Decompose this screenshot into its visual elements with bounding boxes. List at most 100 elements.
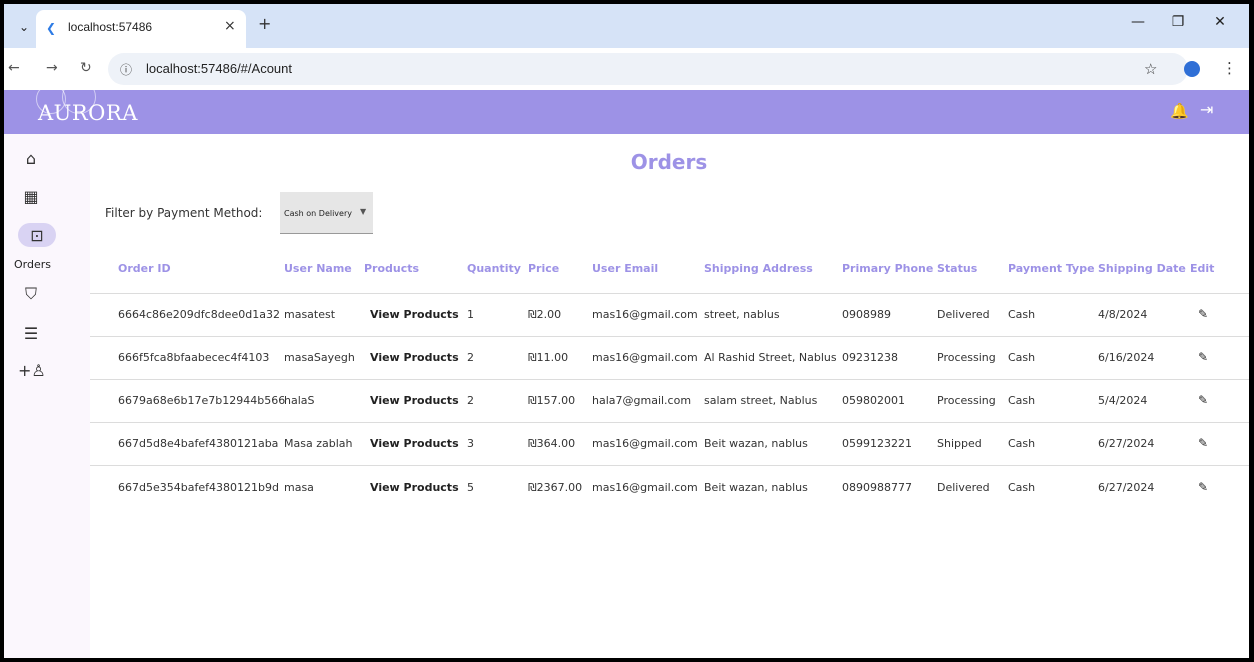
edit-pencil-icon[interactable]: ✎ — [1198, 393, 1208, 407]
minimize-icon[interactable]: — — [1126, 14, 1150, 30]
cell-quantity: 2 — [467, 351, 474, 364]
col-header-edit: Edit — [1190, 262, 1215, 275]
orders-icon[interactable]: ⊡ — [18, 223, 56, 247]
payment-method-dropdown[interactable]: Cash on Delivery ▼ — [280, 192, 373, 234]
cell-user-name: masa — [284, 481, 314, 494]
cell-quantity: 3 — [467, 437, 474, 450]
restore-icon[interactable]: ❐ — [1166, 14, 1190, 30]
cell-status: Shipped — [937, 437, 982, 450]
tab-search-icon[interactable]: ⌄ — [14, 17, 34, 37]
edit-pencil-icon[interactable]: ✎ — [1198, 350, 1208, 364]
browser-window: ⌄ ❮ localhost:57486 × + — ❐ ✕ ← → ↻ ⓘ lo… — [4, 4, 1249, 658]
app-logo: AURORA — [38, 101, 138, 125]
address-bar[interactable]: ⓘ localhost:57486/#/Acount — [108, 53, 1188, 85]
cell-primary-phone: 0890988777 — [842, 481, 912, 494]
dropdown-value: Cash on Delivery — [284, 209, 352, 218]
site-info-icon[interactable]: ⓘ — [120, 61, 132, 78]
cell-shipping-address: street, nablus — [704, 308, 780, 321]
cell-user-email: mas16@gmail.com — [592, 437, 698, 450]
tab-title: localhost:57486 — [68, 20, 153, 34]
view-products-button[interactable]: View Products — [370, 481, 459, 494]
cell-order-id: 667d5e354bafef4380121b9d — [118, 481, 279, 494]
cell-payment-type: Cash — [1008, 351, 1036, 364]
back-icon[interactable]: ← — [8, 60, 20, 76]
header-divider — [90, 293, 1249, 294]
url-text[interactable]: localhost:57486/#/Acount — [146, 61, 292, 76]
cell-payment-type: Cash — [1008, 308, 1036, 321]
cell-user-email: mas16@gmail.com — [592, 481, 698, 494]
cell-price: ₪157.00 — [528, 394, 576, 407]
col-header-shipping-address: Shipping Address — [704, 262, 813, 275]
logout-icon[interactable]: ⇥ — [1200, 100, 1213, 119]
col-header-user-name: User Name — [284, 262, 352, 275]
profile-avatar-icon[interactable] — [1184, 61, 1200, 77]
cell-shipping-address: Beit wazan, nablus — [704, 481, 808, 494]
filter-label: Filter by Payment Method: — [105, 206, 263, 220]
add-user-icon[interactable]: +♙ — [18, 358, 46, 384]
cell-price: ₪364.00 — [528, 437, 576, 450]
page-title: Orders — [630, 150, 708, 174]
cell-user-name: masatest — [284, 308, 336, 321]
cell-primary-phone: 0599123221 — [842, 437, 912, 450]
cell-status: Delivered — [937, 481, 990, 494]
cell-shipping-date: 6/27/2024 — [1098, 481, 1155, 494]
view-products-button[interactable]: View Products — [370, 437, 459, 450]
cell-user-name: halaS — [284, 394, 315, 407]
bookmark-star-icon[interactable]: ☆ — [1144, 60, 1157, 78]
cell-status: Delivered — [937, 308, 990, 321]
col-header-price: Price — [528, 262, 560, 275]
tab-strip: ⌄ ❮ localhost:57486 × + — ❐ ✕ — [4, 4, 1249, 48]
cell-order-id: 666f5fca8bfaabecec4f4103 — [118, 351, 270, 364]
cell-shipping-address: Al Rashid Street, Nablus — [704, 351, 837, 364]
cell-user-email: hala7@gmail.com — [592, 394, 692, 407]
view-products-button[interactable]: View Products — [370, 308, 459, 321]
cell-user-email: mas16@gmail.com — [592, 351, 698, 364]
browser-menu-icon[interactable]: ⋮ — [1222, 59, 1237, 77]
cell-price: ₪2367.00 — [528, 481, 583, 494]
col-header-products: Products — [364, 262, 420, 275]
cell-shipping-date: 5/4/2024 — [1098, 394, 1148, 407]
message-icon[interactable]: ☰ — [18, 321, 44, 347]
row-divider — [90, 336, 1249, 337]
browser-toolbar: ← → ↻ ⓘ localhost:57486/#/Acount ☆ ⋮ — [4, 48, 1249, 90]
reload-icon[interactable]: ↻ — [80, 60, 92, 76]
view-products-button[interactable]: View Products — [370, 351, 459, 364]
sidebar-item-label: Orders — [14, 258, 51, 271]
cell-quantity: 2 — [467, 394, 474, 407]
new-tab-icon[interactable]: + — [258, 14, 271, 33]
cell-shipping-date: 6/16/2024 — [1098, 351, 1155, 364]
cell-order-id: 6664c86e209dfc8dee0d1a32 — [118, 308, 280, 321]
tab-close-icon[interactable]: × — [224, 18, 236, 34]
dashboard-icon[interactable]: ▦ — [18, 184, 44, 210]
forward-icon[interactable]: → — [46, 60, 58, 76]
edit-pencil-icon[interactable]: ✎ — [1198, 307, 1208, 321]
flutter-favicon-icon: ❮ — [46, 21, 57, 35]
col-header-order-id: Order ID — [118, 262, 171, 275]
cell-shipping-address: Beit wazan, nablus — [704, 437, 808, 450]
cell-payment-type: Cash — [1008, 394, 1036, 407]
row-divider — [90, 465, 1249, 466]
bag-icon[interactable]: ⛉ — [18, 281, 44, 307]
cell-payment-type: Cash — [1008, 481, 1036, 494]
cell-order-id: 667d5d8e4bafef4380121aba — [118, 437, 279, 450]
col-header-quantity: Quantity — [467, 262, 521, 275]
edit-pencil-icon[interactable]: ✎ — [1198, 436, 1208, 450]
sidebar: ⌂ ▦ ⊡ Orders ⛉ ☰ +♙ — [4, 134, 90, 658]
cell-order-id: 6679a68e6b17e7b12944b566 — [118, 394, 286, 407]
close-window-icon[interactable]: ✕ — [1208, 14, 1232, 30]
col-header-user-email: User Email — [592, 262, 659, 275]
cell-status: Processing — [937, 351, 996, 364]
browser-tab[interactable]: ❮ localhost:57486 × — [36, 10, 246, 48]
cell-user-name: Masa zablah — [284, 437, 353, 450]
edit-pencil-icon[interactable]: ✎ — [1198, 480, 1208, 494]
col-header-shipping-date: Shipping Date — [1098, 262, 1186, 275]
cell-primary-phone: 0908989 — [842, 308, 891, 321]
col-header-payment-type: Payment Type — [1008, 262, 1095, 275]
cell-payment-type: Cash — [1008, 437, 1036, 450]
row-divider — [90, 379, 1249, 380]
cell-user-name: masaSayegh — [284, 351, 355, 364]
bell-icon[interactable]: 🔔 — [1170, 102, 1189, 120]
cell-shipping-date: 4/8/2024 — [1098, 308, 1148, 321]
col-header-status: Status — [937, 262, 978, 275]
view-products-button[interactable]: View Products — [370, 394, 459, 407]
